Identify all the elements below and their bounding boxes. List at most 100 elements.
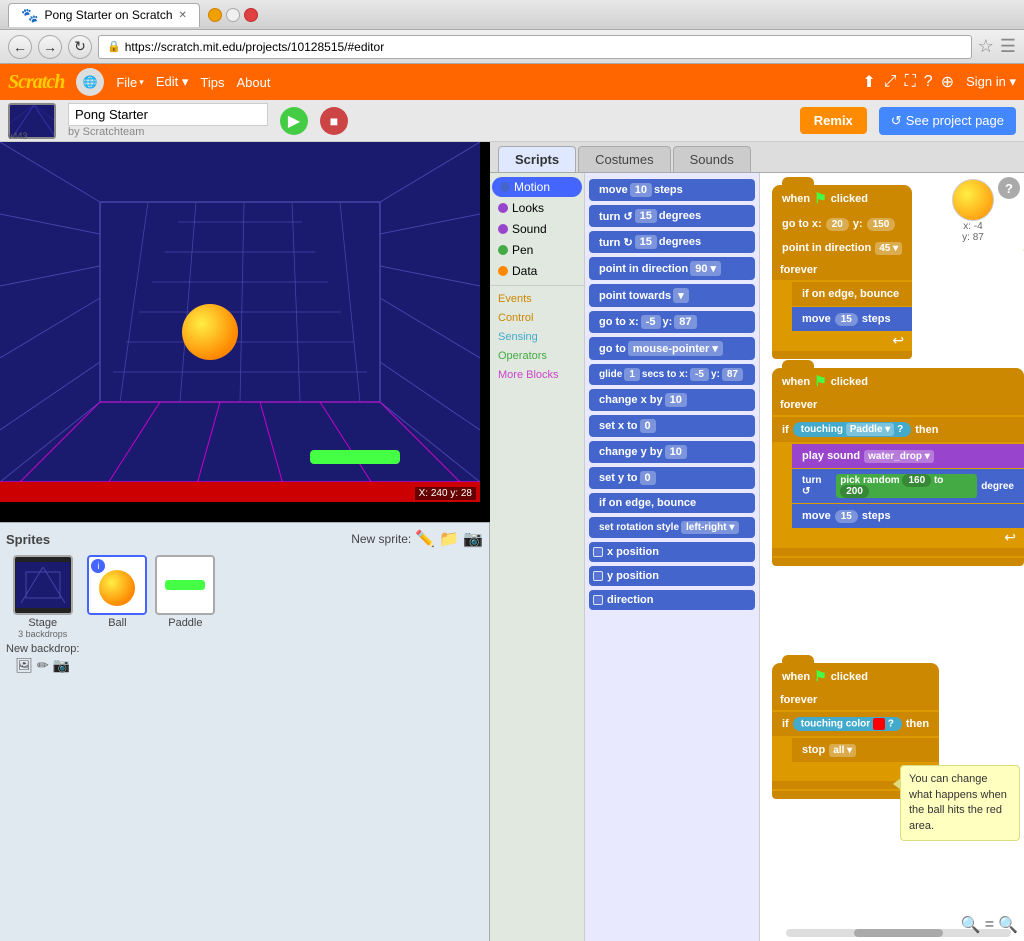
- tab-costumes[interactable]: Costumes: [578, 146, 671, 172]
- stage-canvas[interactable]: X: 240 y: 28: [0, 142, 480, 502]
- move15-block-1[interactable]: move 15 steps: [792, 307, 912, 331]
- minimize-btn[interactable]: [208, 8, 222, 22]
- zoom-in-icon[interactable]: 🔍: [961, 915, 981, 935]
- script-workspace[interactable]: x: -4 y: 87 ? when ⚑ clicked go to: [760, 173, 1024, 941]
- goto-xy-block[interactable]: go to x: 20 y: 150: [772, 212, 912, 236]
- block-turn-cw[interactable]: turn ↻ 15 degrees: [589, 231, 755, 253]
- turn-random-block[interactable]: turn ↺ pick random 160 to 200 degree: [792, 469, 1024, 503]
- new-sprite-area: New sprite: ✏️ 📁 📷: [351, 529, 483, 549]
- help-icon[interactable]: ?: [924, 73, 933, 91]
- back-btn[interactable]: ←: [8, 35, 32, 59]
- hat-block-2[interactable]: when ⚑ clicked: [772, 368, 1024, 395]
- edge-bounce-block[interactable]: if on edge, bounce: [792, 282, 912, 306]
- upload-icon[interactable]: ⬆: [862, 72, 875, 92]
- block-if-on-edge[interactable]: if on edge, bounce: [589, 493, 755, 513]
- category-more-blocks[interactable]: More Blocks: [490, 366, 584, 384]
- hat-label-1[interactable]: when ⚑ clicked: [772, 185, 912, 212]
- see-project-btn[interactable]: ↺ See project page: [879, 107, 1016, 135]
- help-button[interactable]: ?: [998, 177, 1020, 199]
- forward-btn[interactable]: →: [38, 35, 62, 59]
- browser-titlebar: 🐾 Pong Starter on Scratch ✕: [0, 0, 1024, 30]
- zoom-out-icon[interactable]: 🔍: [998, 915, 1018, 935]
- maximize-btn[interactable]: [226, 8, 240, 22]
- block-point-towards[interactable]: point towards ▾: [589, 284, 755, 307]
- hat-label-3[interactable]: when ⚑ clicked: [772, 663, 939, 690]
- paint-sprite-icon[interactable]: ✏️: [415, 529, 435, 549]
- block-set-x[interactable]: set x to 0: [589, 415, 755, 437]
- menu-btn[interactable]: ☰: [1000, 36, 1016, 57]
- dir-checkbox[interactable]: [593, 595, 603, 605]
- block-goto-mousepointer[interactable]: go to mouse-pointer ▾: [589, 337, 755, 360]
- forever-block-2[interactable]: forever if touching Paddle ▾ ? then play…: [772, 395, 1024, 566]
- point-dir-block[interactable]: point in direction 45 ▾: [772, 236, 912, 260]
- color-swatch-red: [873, 718, 885, 730]
- workspace-scrollbar-thumb[interactable]: [854, 929, 944, 937]
- block-goto-xy[interactable]: go to x: -5 y: 87: [589, 311, 755, 333]
- block-point-direction[interactable]: point in direction 90 ▾: [589, 257, 755, 280]
- x-pos-checkbox[interactable]: [593, 547, 603, 557]
- project-name-input[interactable]: [68, 103, 268, 126]
- fullscreen-expand-icon[interactable]: ⤢: [884, 73, 897, 91]
- category-looks[interactable]: Looks: [490, 198, 584, 218]
- y-pos-checkbox[interactable]: [593, 571, 603, 581]
- hat-label-2[interactable]: when ⚑ clicked: [772, 368, 1024, 395]
- browser-tab[interactable]: 🐾 Pong Starter on Scratch ✕: [8, 3, 200, 27]
- remix-btn[interactable]: Remix: [800, 107, 867, 134]
- sprite-version-container: v443: [8, 103, 56, 139]
- block-rotation-style[interactable]: set rotation style left-right ▾: [589, 517, 755, 538]
- block-glide[interactable]: glide 1 secs to x: -5 y: 87: [589, 364, 755, 385]
- zoom-reset-icon[interactable]: =: [985, 916, 994, 934]
- zoom-controls: 🔍 = 🔍: [961, 915, 1018, 935]
- move15-block-2[interactable]: move 15 steps: [792, 504, 1024, 528]
- nav-about[interactable]: About: [236, 75, 270, 90]
- forever-block-1[interactable]: forever if on edge, bounce move 15 steps…: [772, 260, 912, 359]
- upload-backdrop-icon[interactable]: ✏: [37, 657, 49, 674]
- present-icon[interactable]: ⛶: [905, 73, 916, 91]
- tab-scripts[interactable]: Scripts: [498, 146, 576, 172]
- block-y-position[interactable]: y position: [589, 566, 755, 586]
- play-sound-block[interactable]: play sound water_drop ▾: [792, 444, 1024, 468]
- category-data[interactable]: Data: [490, 261, 584, 281]
- address-bar[interactable]: 🔒 https://scratch.mit.edu/projects/10128…: [98, 35, 972, 59]
- block-change-y[interactable]: change y by 10: [589, 441, 755, 463]
- sprite-item-ball[interactable]: i Ball: [87, 555, 147, 674]
- category-pen[interactable]: Pen: [490, 240, 584, 260]
- hat-block-3[interactable]: when ⚑ clicked: [772, 663, 939, 690]
- left-panel: X: 240 y: 28 Sprites New sprite: ✏️ 📁 📷: [0, 142, 490, 941]
- block-x-position[interactable]: x position: [589, 542, 755, 562]
- nav-tips[interactable]: Tips: [200, 75, 224, 90]
- sprite-item-stage[interactable]: Stage 3 backdrops New backdrop: 🖼 ✏ 📷: [6, 555, 79, 674]
- camera-backdrop-icon[interactable]: 📷: [53, 657, 70, 674]
- if-touching-paddle[interactable]: if touching Paddle ▾ ? then play sound w…: [772, 417, 1024, 556]
- tab-close[interactable]: ✕: [179, 10, 187, 21]
- hat-block-1[interactable]: when ⚑ clicked: [772, 185, 912, 212]
- category-operators[interactable]: Operators: [490, 347, 584, 365]
- block-change-x[interactable]: change x by 10: [589, 389, 755, 411]
- globe-icon[interactable]: 🌐: [76, 68, 104, 96]
- sign-in-btn[interactable]: Sign in ▾: [966, 74, 1016, 90]
- category-events[interactable]: Events: [490, 290, 584, 308]
- category-control[interactable]: Control: [490, 309, 584, 327]
- category-motion[interactable]: Motion: [492, 177, 582, 197]
- sprite-item-paddle[interactable]: Paddle: [155, 555, 215, 674]
- nav-file[interactable]: File ▾: [116, 75, 143, 90]
- refresh-btn[interactable]: ↻: [68, 35, 92, 59]
- project-bar: v443 by Scratchteam ▶ ■ Remix ↺ See proj…: [0, 100, 1024, 142]
- camera-sprite-icon[interactable]: 📷: [463, 529, 483, 549]
- block-set-y[interactable]: set y to 0: [589, 467, 755, 489]
- upload-sprite-icon[interactable]: 📁: [439, 529, 459, 549]
- paint-backdrop-icon[interactable]: 🖼: [15, 657, 33, 674]
- block-turn-ccw[interactable]: turn ↺ 15 degrees: [589, 205, 755, 227]
- green-flag-btn[interactable]: ▶: [280, 107, 308, 135]
- block-move-steps[interactable]: move 10 steps: [589, 179, 755, 201]
- bookmark-btn[interactable]: ☆: [978, 36, 994, 57]
- nav-edit[interactable]: Edit ▾: [156, 74, 189, 90]
- stop-all-block[interactable]: stop all ▾: [792, 738, 939, 762]
- stop-btn[interactable]: ■: [320, 107, 348, 135]
- forever-body-1: if on edge, bounce move 15 steps ↩: [772, 280, 912, 351]
- category-sound[interactable]: Sound: [490, 219, 584, 239]
- category-sensing[interactable]: Sensing: [490, 328, 584, 346]
- close-btn[interactable]: [244, 8, 258, 22]
- tab-sounds[interactable]: Sounds: [673, 146, 751, 172]
- block-direction[interactable]: direction: [589, 590, 755, 610]
